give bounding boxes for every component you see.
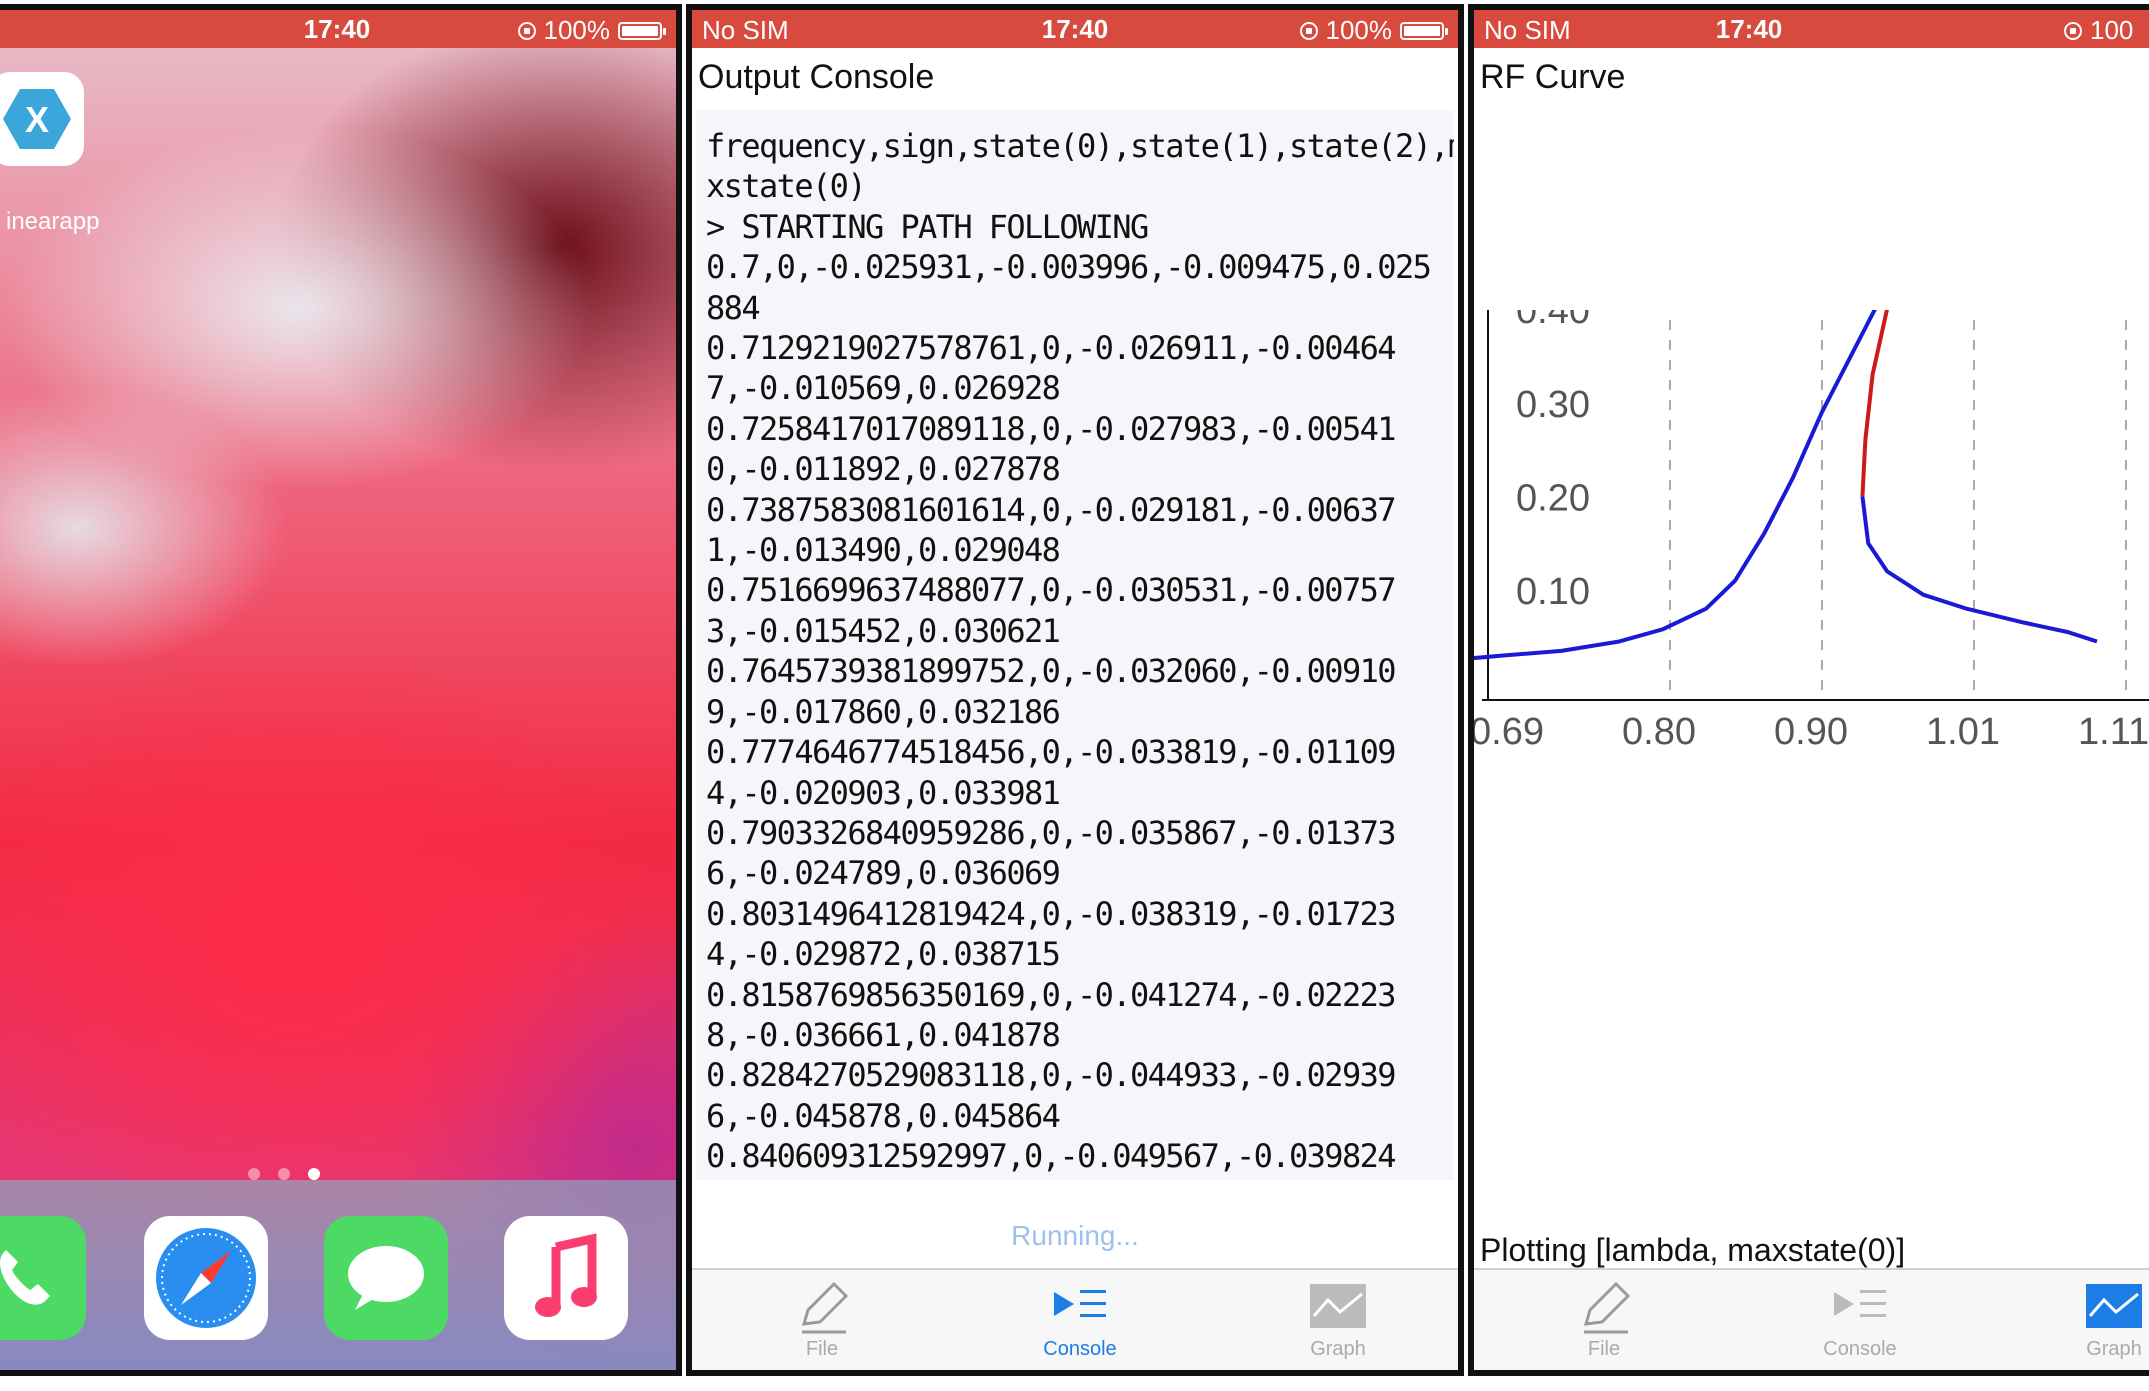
console-line: xstate(0) [706, 167, 867, 206]
graph-icon [2086, 1284, 2142, 1328]
console-line: 884 [706, 288, 761, 327]
status-bar: No SIM 17:40 100% [692, 10, 1458, 48]
console-line: 0.8158769856350169,0,-0.041274,-0.02223 [706, 975, 1397, 1014]
console-output[interactable]: frequency,sign,state(0),state(1),state(2… [696, 110, 1454, 1180]
console-line: 0.8284270529083118,0,-0.044933,-0.02939 [706, 1056, 1397, 1095]
page-dot [248, 1168, 260, 1180]
tab-file[interactable]: File [742, 1270, 902, 1370]
battery-percent: 100 [2090, 15, 2134, 45]
dock [0, 1180, 676, 1370]
series-line-2 [1860, 496, 2098, 644]
console-line: 4,-0.020903,0.033981 [706, 773, 1061, 812]
console-line: 0.7774646774518456,0,-0.033819,-0.01109 [706, 733, 1397, 772]
app-icon-letter: X [25, 99, 49, 140]
console-line: frequency,sign,state(0),state(1),state(2… [706, 127, 1454, 165]
console-screen: No SIM 17:40 100% Output Console frequen… [686, 4, 1464, 1376]
x-tick-label: 1.01 [1926, 711, 2000, 753]
status-bar: No SIM 17:40 100 [1474, 10, 2149, 48]
page-indicator[interactable] [248, 1168, 320, 1180]
x-tick-label: 0.80 [1622, 711, 1696, 753]
console-line: 0.7,0,-0.025931,-0.003996,-0.009475,0.02… [706, 248, 1432, 287]
plot-caption: Plotting [lambda, maxstate(0)] [1480, 1232, 1906, 1268]
tab-label: Graph [1310, 1338, 1366, 1360]
console-line: 1,-0.013490,0.029048 [706, 531, 1061, 570]
orientation-lock-icon [1299, 21, 1318, 40]
console-line: 8,-0.036661,0.041878 [706, 1015, 1061, 1054]
console-text: frequency,sign,state(0),state(1),state(2… [696, 110, 1454, 1177]
y-tick-label: 0.40 [1516, 310, 1590, 332]
page-title: Output Console [698, 58, 935, 96]
console-line: 0.840609312592997,0,-0.049567,-0.039824 [706, 1137, 1397, 1176]
status-bar: 17:40 100% [0, 10, 676, 48]
orientation-lock-icon [2064, 21, 2082, 40]
console-line: 0.7903326840959286,0,-0.035867,-0.01373 [706, 813, 1397, 852]
console-line: 7,-0.010569,0.026928 [706, 369, 1061, 408]
running-status: Running... [1011, 1220, 1139, 1251]
console-line: 0.7645739381899752,0,-0.032060,-0.00910 [706, 652, 1397, 691]
console-line: 0.8031496412819424,0,-0.038319,-0.01723 [706, 894, 1397, 933]
tab-console[interactable]: Console [1000, 1270, 1160, 1370]
graph-screen: No SIM 17:40 100 RF Curve 0.69 0.80 0.90 1.… [1468, 4, 2149, 1376]
console-line: 3,-0.015452,0.030621 [706, 611, 1061, 650]
console-line: 6,-0.024789,0.036069 [706, 854, 1061, 893]
app-label[interactable]: inearapp [6, 208, 99, 236]
home-screen: 17:40 100% X inearapp [0, 4, 682, 1376]
series-line-1 [1860, 310, 1889, 497]
tab-graph[interactable]: Graph [1258, 1270, 1418, 1370]
console-icon [1834, 1290, 1886, 1317]
orientation-lock-icon [517, 21, 536, 40]
console-line: 9,-0.017860,0.032186 [706, 692, 1061, 731]
battery-percent: 100% [1325, 15, 1393, 45]
pencil-icon [1583, 1281, 1631, 1334]
console-line: > STARTING PATH FOLLOWING [706, 207, 1149, 246]
tab-bar: File Console Graph [1474, 1268, 2149, 1370]
tab-bar: File Console Graph [692, 1268, 1458, 1370]
status-time: 17:40 [1715, 14, 1783, 44]
tab-console[interactable]: Console [1780, 1270, 1940, 1370]
tab-label: Console [1043, 1338, 1117, 1360]
x-tick-label: 0.90 [1774, 711, 1848, 753]
pencil-icon [801, 1281, 849, 1334]
rf-curve-chart[interactable]: 0.690.800.901.011.110.100.200.300.400.50… [1474, 310, 2149, 1010]
y-tick-label: 0.10 [1516, 571, 1590, 613]
battery-percent: 100% [543, 15, 611, 45]
console-icon [1054, 1290, 1106, 1317]
console-line: 0.7258417017089118,0,-0.027983,-0.00541 [706, 409, 1397, 448]
battery-icon [618, 21, 666, 40]
battery-icon [1400, 21, 1448, 40]
console-line: 4,-0.029872,0.038715 [706, 935, 1061, 974]
phone-icon[interactable] [0, 1216, 86, 1340]
x-tick-label: 1.11 [2078, 711, 2149, 753]
wallpaper [0, 48, 676, 1370]
console-line: 0,-0.011892,0.027878 [706, 450, 1061, 489]
tab-label: File [805, 1338, 839, 1360]
music-icon[interactable] [504, 1216, 628, 1340]
page-dot-active [308, 1168, 320, 1180]
tab-label: File [1587, 1338, 1621, 1360]
safari-icon[interactable] [144, 1216, 268, 1340]
console-line: 0.7129219027578761,0,-0.026911,-0.00464 [706, 329, 1397, 368]
xamarin-app-icon[interactable]: X [0, 72, 84, 166]
console-line: 6,-0.045878,0.045864 [706, 1096, 1061, 1135]
tab-file[interactable]: File [1524, 1270, 1684, 1370]
graph-icon [1310, 1284, 1366, 1328]
console-line: 0.7516699637488077,0,-0.030531,-0.00757 [706, 571, 1397, 610]
y-tick-label: 0.30 [1516, 384, 1590, 426]
page-title: RF Curve [1480, 58, 1626, 96]
tab-label: Console [1823, 1338, 1897, 1360]
tab-label: Graph [2086, 1338, 2142, 1360]
tab-graph[interactable]: Graph [2034, 1270, 2149, 1370]
page-dot [278, 1168, 290, 1180]
x-tick-label: 0.69 [1474, 711, 1544, 753]
console-line: 0.7387583081601614,0,-0.029181,-0.00637 [706, 490, 1397, 529]
y-tick-label: 0.20 [1516, 477, 1590, 519]
messages-icon[interactable] [324, 1216, 448, 1340]
